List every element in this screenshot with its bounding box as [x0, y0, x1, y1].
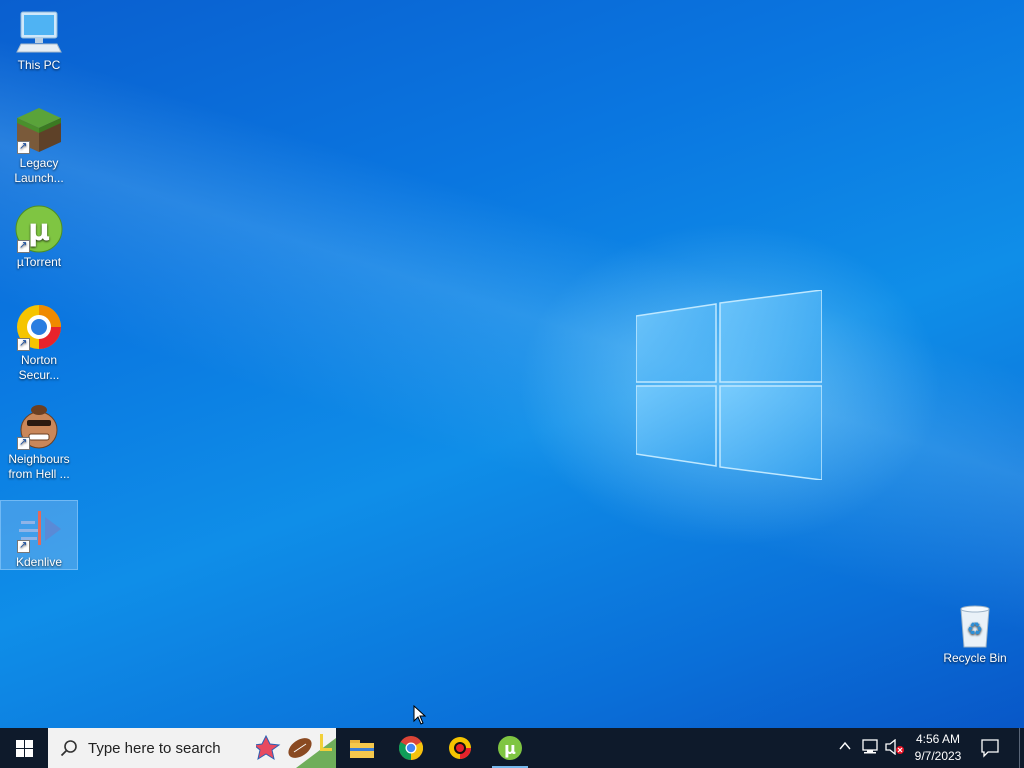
- kdenlive-label: Kdenlive: [15, 555, 63, 569]
- notification-icon: [981, 739, 999, 758]
- norton-icon: [449, 737, 471, 759]
- svg-text:µ: µ: [28, 213, 50, 248]
- volume-muted-icon: [885, 738, 904, 756]
- this-pc-icon: [15, 8, 63, 56]
- windows-start-icon: [15, 739, 33, 757]
- norton-label: Norton Secur...: [18, 353, 60, 382]
- show-hidden-icons-button[interactable]: [838, 739, 852, 758]
- windows-wallpaper-logo: [636, 290, 822, 480]
- utorrent-icon: µ: [15, 205, 63, 253]
- norton-icon: [15, 303, 63, 351]
- start-button[interactable]: [0, 728, 48, 768]
- utorrent-label: µTorrent: [16, 255, 62, 269]
- this-pc-label: This PC: [17, 58, 61, 72]
- clock-time: 4:56 AM: [915, 732, 961, 746]
- clock-date: 9/7/2023: [914, 749, 962, 763]
- utorrent-icon: µ: [498, 736, 522, 760]
- volume-status[interactable]: [885, 738, 905, 760]
- recycle-bin-icon: ♻: [951, 601, 999, 649]
- desktop-icon-neighbours-from-hell[interactable]: Neighbours from Hell ...: [4, 402, 74, 482]
- shortcut-arrow-icon: [17, 139, 30, 154]
- chevron-up-icon: [839, 741, 851, 750]
- search-icon: [60, 740, 77, 757]
- desktop-icon-kdenlive[interactable]: Kdenlive: [0, 500, 78, 570]
- mouse-cursor-icon: [413, 705, 427, 725]
- chrome-icon: [399, 736, 423, 760]
- show-desktop-button[interactable]: [1019, 728, 1020, 768]
- network-ethernet-icon: [862, 739, 878, 754]
- taskbar-search-box[interactable]: Type here to search: [48, 728, 336, 768]
- action-center-button[interactable]: [980, 738, 1000, 763]
- taskbar-norton[interactable]: [436, 728, 484, 768]
- wallpaper-light-beam: [0, 0, 1024, 728]
- desktop-icon-recycle-bin[interactable]: ♻ Recycle Bin: [940, 601, 1010, 666]
- taskbar-file-explorer[interactable]: [338, 728, 386, 768]
- taskbar-clock[interactable]: 4:56 AM 9/7/2023: [906, 731, 970, 765]
- shortcut-arrow-icon: [17, 238, 30, 253]
- neighbours-from-hell-label: Neighbours from Hell ...: [8, 452, 70, 481]
- desktop-icon-utorrent[interactable]: µ µTorrent: [4, 205, 74, 270]
- neighbours-from-hell-character-icon: [15, 402, 63, 450]
- minecraft-grass-block-icon: [15, 106, 63, 154]
- desktop-icon-legacy-launcher[interactable]: Legacy Launch...: [4, 106, 74, 186]
- kdenlive-icon: [15, 505, 63, 553]
- desktop-icon-norton[interactable]: Norton Secur...: [4, 303, 74, 383]
- legacy-launcher-label: Legacy Launch...: [14, 156, 64, 185]
- taskbar-utorrent[interactable]: µ: [486, 728, 534, 768]
- shortcut-arrow-icon: [17, 336, 30, 351]
- recycle-bin-label: Recycle Bin: [943, 651, 1007, 665]
- svg-text:♻: ♻: [967, 619, 983, 640]
- search-highlight-football-icon: [256, 734, 336, 768]
- shortcut-arrow-icon: [17, 435, 30, 450]
- desktop-icon-this-pc[interactable]: This PC: [4, 8, 74, 73]
- file-explorer-icon: [350, 740, 374, 758]
- svg-text:µ: µ: [504, 739, 516, 758]
- shortcut-arrow-icon: [17, 538, 30, 553]
- taskbar-chrome[interactable]: [387, 728, 435, 768]
- taskbar: Type here to search µ 4:56 AM 9/7/2023: [0, 728, 1024, 768]
- search-placeholder: Type here to search: [88, 739, 221, 757]
- network-status[interactable]: [861, 739, 879, 760]
